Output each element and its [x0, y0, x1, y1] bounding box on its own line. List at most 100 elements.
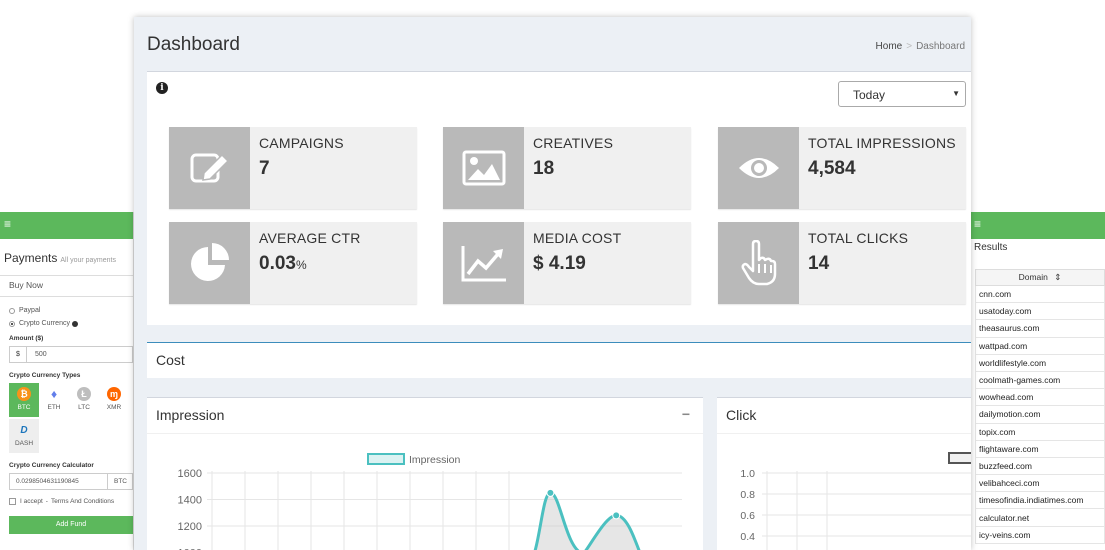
- coin-xmr[interactable]: ɱ XMR: [99, 383, 129, 417]
- table-row[interactable]: dailymotion.com: [975, 405, 1105, 424]
- impression-box: Impression − Impression 1600140012001000: [147, 397, 703, 550]
- domain-cell: theasaurus.com: [975, 319, 1105, 338]
- table-row[interactable]: worldlifestyle.com: [975, 353, 1105, 372]
- radio-paypal-label: Paypal: [19, 307, 41, 314]
- payments-panel: ≡ Payments All your payments Buy Now Payp…: [0, 212, 134, 550]
- y-tick-label: 0.6: [740, 510, 755, 522]
- chart-grid: [762, 471, 971, 550]
- hamburger-icon[interactable]: ≡: [974, 217, 981, 231]
- results-table-body: cnn.com usatoday.com theasaurus.com wattpad…: [975, 284, 1105, 544]
- dropdown-arrow-icon: ▼: [952, 89, 960, 98]
- breadcrumb-home[interactable]: Home: [876, 41, 903, 52]
- table-row[interactable]: theasaurus.com: [975, 319, 1105, 338]
- table-row[interactable]: velibahceci.com: [975, 474, 1105, 493]
- amount-input[interactable]: 500: [27, 347, 47, 362]
- table-row[interactable]: wattpad.com: [975, 336, 1105, 355]
- domain-cell: usatoday.com: [975, 302, 1105, 321]
- stats-box: i Today ▼ CAMPAIGNS 7 CREATIVES 18 TOTAL…: [147, 71, 971, 325]
- stat-ctr-label: AVERAGE CTR: [259, 230, 361, 246]
- collapse-icon[interactable]: −: [682, 406, 690, 422]
- stat-total-impressions[interactable]: TOTAL IMPRESSIONS 4,584: [718, 127, 966, 209]
- breadcrumb: Home > Dashboard: [876, 41, 965, 52]
- bitcoin-icon: ₿: [17, 387, 31, 401]
- dashboard-window: Dashboard Home > Dashboard i Today ▼ CAMPA…: [134, 17, 971, 550]
- radio-crypto[interactable]: Crypto Currency: [0, 317, 133, 330]
- domain-cell: flightaware.com: [975, 439, 1105, 458]
- domain-column-header[interactable]: Domain ⇕: [975, 269, 1105, 286]
- domain-cell: calculator.net: [975, 508, 1105, 527]
- stat-ctr-value: 0.03: [259, 253, 296, 274]
- stat-average-ctr[interactable]: AVERAGE CTR 0.03%: [169, 222, 417, 304]
- page-title: Dashboard: [147, 34, 240, 55]
- cost-box: Cost: [147, 342, 971, 378]
- sort-icon[interactable]: ⇕: [1054, 272, 1061, 282]
- coin-eth-label: ETH: [47, 404, 61, 411]
- table-row[interactable]: calculator.net: [975, 508, 1105, 527]
- radio-circle[interactable]: [9, 307, 15, 314]
- impression-chart: Impression 1600140012001000: [178, 453, 682, 550]
- data-point: [546, 488, 555, 497]
- y-tick-label: 1400: [178, 495, 202, 507]
- terms-link[interactable]: Terms And Conditions: [51, 498, 114, 505]
- info-icon: [71, 320, 78, 327]
- legend-swatch: [948, 452, 971, 464]
- radio-crypto-label: Crypto Currency: [19, 320, 70, 327]
- edit-icon: [169, 127, 250, 209]
- breadcrumb-separator: >: [906, 41, 913, 52]
- table-row[interactable]: flightaware.com: [975, 439, 1105, 458]
- add-fund-button[interactable]: Add Fund: [9, 516, 133, 534]
- coin-xmr-label: XMR: [106, 404, 122, 411]
- stat-campaigns-value: 7: [259, 158, 270, 179]
- coin-btc[interactable]: ₿ BTC: [9, 383, 39, 417]
- radio-circle-selected[interactable]: [9, 320, 15, 327]
- pointer-hand-icon: [718, 222, 799, 304]
- info-icon[interactable]: i: [156, 82, 168, 94]
- stat-media-cost[interactable]: MEDIA COST $ 4.19: [443, 222, 691, 304]
- coin-ltc[interactable]: Ł LTC: [69, 383, 99, 417]
- ethereum-icon: ♦: [50, 387, 58, 401]
- stat-clicks-value: 14: [808, 253, 830, 274]
- monero-icon: ɱ: [107, 387, 121, 401]
- table-row[interactable]: coolmath-games.com: [975, 370, 1105, 390]
- table-row[interactable]: buzzfeed.com: [975, 456, 1105, 476]
- coin-dash[interactable]: D DASH: [9, 419, 39, 453]
- stat-creatives[interactable]: CREATIVES 18: [443, 127, 691, 209]
- content-header: Dashboard Home > Dashboard: [134, 17, 971, 71]
- legend-label: Impression: [409, 454, 461, 466]
- hamburger-icon[interactable]: ≡: [4, 217, 11, 231]
- domain-cell: topix.com: [975, 422, 1105, 441]
- results-title: Results: [974, 242, 1008, 253]
- click-box: Click 1.0 0.8 0.6 0.4: [717, 397, 971, 550]
- table-row[interactable]: cnn.com: [975, 284, 1105, 304]
- coin-eth[interactable]: ♦ ETH: [39, 383, 69, 417]
- table-row[interactable]: topix.com: [975, 422, 1105, 441]
- radio-paypal[interactable]: Paypal: [0, 304, 133, 317]
- y-tick-label: 0.8: [740, 489, 755, 501]
- breadcrumb-current: Dashboard: [916, 41, 965, 52]
- table-row[interactable]: icy-veins.com: [975, 525, 1105, 544]
- y-tick-label: 1600: [178, 468, 202, 480]
- table-row[interactable]: timesofindia.indiatimes.com: [975, 491, 1105, 510]
- click-chart: 1.0 0.8 0.6 0.4: [740, 452, 971, 550]
- coin-btc-label: BTC: [17, 404, 31, 411]
- domain-cell: timesofindia.indiatimes.com: [975, 491, 1105, 510]
- eye-icon: [718, 127, 799, 209]
- y-tick-label: 0.4: [740, 531, 755, 543]
- line-chart-icon: [443, 222, 524, 304]
- calculator-field: 0.0298504631190845 BTC: [9, 473, 133, 490]
- dash-icon: D: [20, 424, 28, 436]
- date-range-select[interactable]: Today ▼: [838, 81, 966, 107]
- table-row[interactable]: usatoday.com: [975, 302, 1105, 321]
- payments-header: Payments All your payments: [0, 239, 133, 269]
- terms-checkbox[interactable]: [9, 498, 16, 505]
- click-title: Click: [726, 407, 757, 423]
- stat-impressions-value: 4,584: [808, 158, 856, 179]
- stat-ctr-unit: %: [295, 258, 307, 272]
- table-row[interactable]: wowhead.com: [975, 388, 1105, 407]
- stat-total-clicks[interactable]: TOTAL CLICKS 14: [718, 222, 966, 304]
- domain-cell: wattpad.com: [975, 336, 1105, 355]
- domain-cell: worldlifestyle.com: [975, 353, 1105, 372]
- stat-campaigns[interactable]: CAMPAIGNS 7: [169, 127, 417, 209]
- amount-field[interactable]: $ 500: [9, 346, 133, 363]
- stat-creatives-value: 18: [533, 158, 555, 179]
